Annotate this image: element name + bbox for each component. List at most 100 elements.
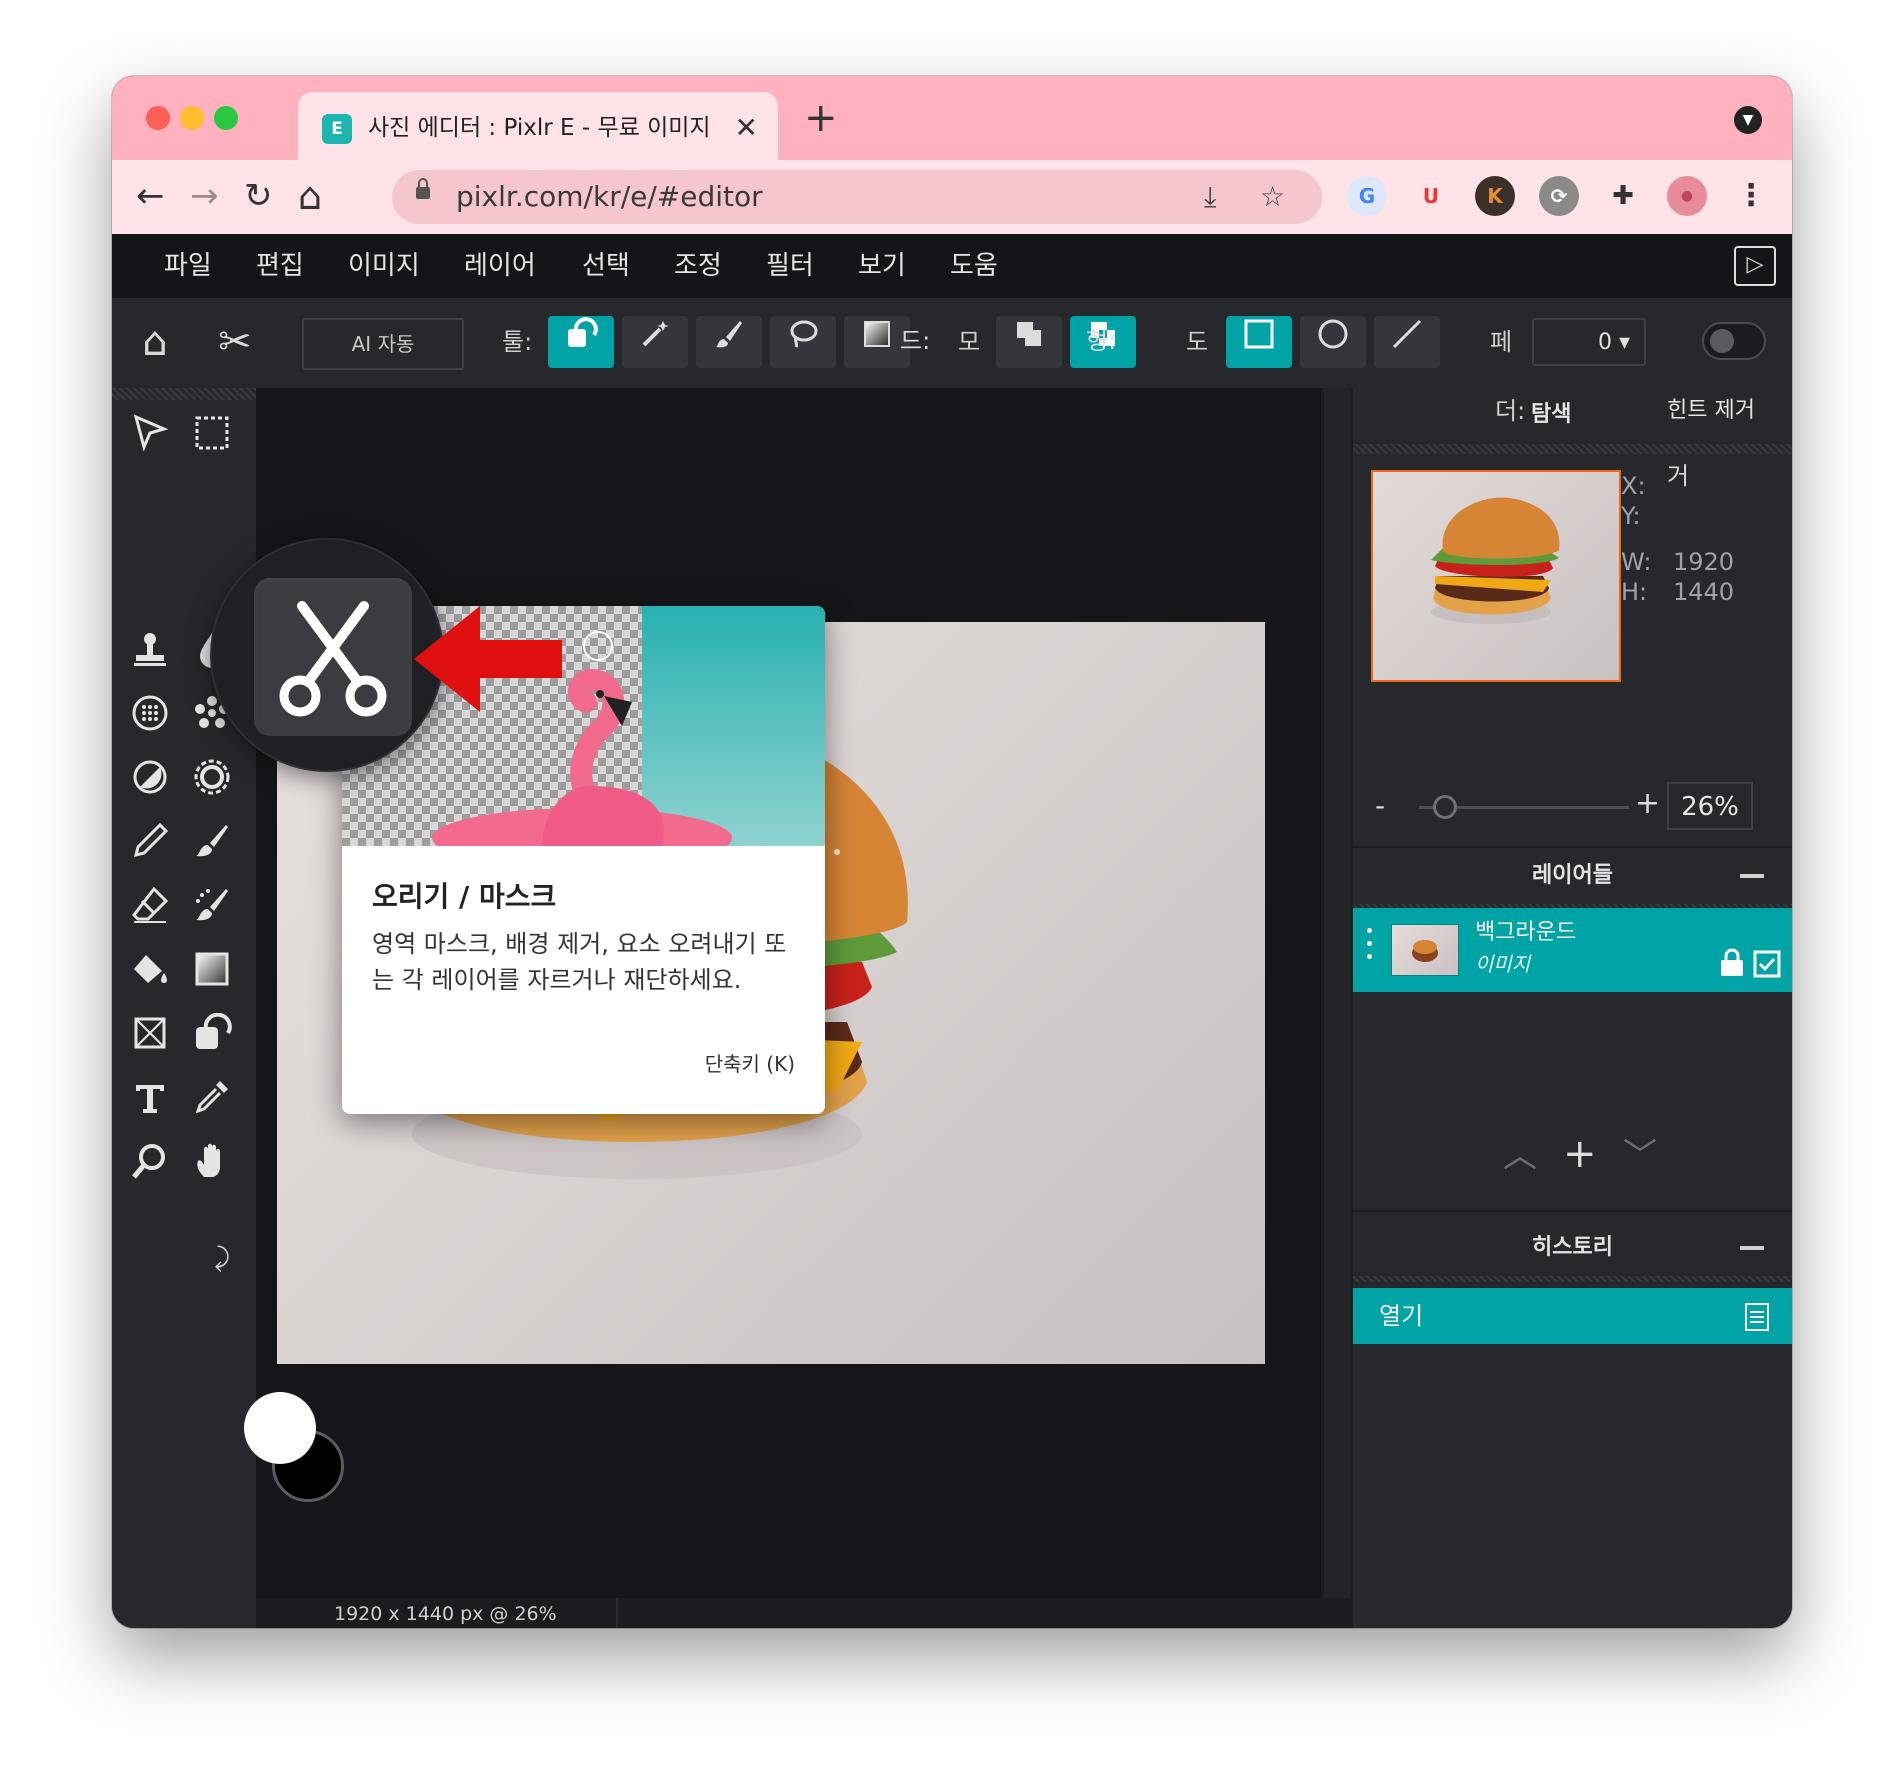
new-tab-button[interactable]: + bbox=[804, 96, 838, 140]
red-pointer-arrow-icon bbox=[414, 606, 562, 712]
menu-help[interactable]: 도움 bbox=[950, 246, 998, 286]
magic-wand-icon[interactable] bbox=[622, 316, 688, 368]
tab-search-icon[interactable]: ▼ bbox=[1734, 106, 1762, 134]
browser-window: E 사진 에디터 : Pixlr E - 무료 이미지 편 ✕ + ▼ ← → … bbox=[112, 76, 1792, 1628]
hint-remove-button[interactable]: 힌트 제거 bbox=[1667, 394, 1755, 428]
menu-file[interactable]: 파일 bbox=[164, 246, 212, 286]
invert-toggle[interactable] bbox=[1702, 322, 1766, 360]
layers-collapse-icon[interactable] bbox=[1740, 874, 1764, 878]
menu-image[interactable]: 이미지 bbox=[348, 246, 420, 286]
ellipse-shape-icon[interactable] bbox=[1300, 316, 1366, 368]
feather-select[interactable]: 0 ▾ bbox=[1532, 318, 1646, 366]
zoom-slider-handle[interactable] bbox=[1432, 795, 1457, 819]
menu-view[interactable]: 보기 bbox=[858, 246, 906, 286]
pencil-tool-icon[interactable] bbox=[122, 820, 178, 876]
scissors-icon bbox=[279, 601, 387, 717]
layer-move-down-icon[interactable]: ﹀ bbox=[1623, 1139, 1657, 1173]
brush-tool-icon[interactable] bbox=[184, 820, 240, 876]
cutout-sidebar-icon[interactable] bbox=[184, 1012, 240, 1068]
line-shape-icon[interactable] bbox=[1374, 316, 1440, 368]
forward-icon[interactable]: → bbox=[190, 174, 219, 218]
browser-menu-icon[interactable]: ⋮ bbox=[1731, 176, 1771, 216]
panel-toggle-icon[interactable]: ▷ bbox=[1734, 246, 1776, 286]
menu-adjust[interactable]: 조정 bbox=[674, 246, 722, 286]
shape-cutout-icon[interactable] bbox=[548, 316, 614, 368]
reload-icon[interactable]: ↻ bbox=[244, 174, 273, 218]
mode-subtract-icon[interactable] bbox=[996, 316, 1062, 368]
address-bar[interactable]: pixlr.com/kr/e/#editor ⤓ ☆ bbox=[392, 170, 1322, 224]
add-layer-button[interactable]: + bbox=[1563, 1134, 1597, 1174]
ublock-extension-icon[interactable]: U bbox=[1411, 176, 1451, 216]
arrange-tool-icon[interactable] bbox=[122, 412, 178, 468]
history-collapse-icon[interactable] bbox=[1740, 1246, 1764, 1250]
menu-edit[interactable]: 편집 bbox=[256, 246, 304, 286]
hand-tool-icon[interactable] bbox=[184, 1140, 240, 1196]
profile-avatar[interactable]: ● bbox=[1667, 176, 1707, 216]
pixelate-tool-icon[interactable] bbox=[122, 692, 178, 748]
home-icon[interactable]: ⌂ bbox=[298, 174, 322, 218]
history-divider bbox=[1353, 1276, 1792, 1282]
zoom-out-button[interactable]: - bbox=[1375, 790, 1385, 822]
eyedropper-tool-icon[interactable] bbox=[184, 1076, 240, 1132]
rectangle-shape-icon[interactable] bbox=[1226, 316, 1292, 368]
canvas-vertical-scrollbar[interactable] bbox=[1321, 388, 1353, 1628]
layer-lock-icon[interactable] bbox=[1719, 948, 1745, 982]
gradient-tool-icon[interactable] bbox=[184, 948, 240, 1004]
navigator-thumbnail[interactable] bbox=[1371, 470, 1621, 682]
home-tool-icon[interactable]: ⌂ bbox=[122, 316, 188, 368]
ai-auto-button[interactable]: AI 자동 bbox=[302, 318, 464, 370]
minimize-window-button[interactable] bbox=[180, 106, 204, 130]
menu-layer[interactable]: 레이어 bbox=[464, 246, 536, 286]
text-tool-icon[interactable] bbox=[122, 1076, 178, 1132]
google-translate-icon[interactable]: G bbox=[1347, 176, 1387, 216]
history-item[interactable]: 열기 bbox=[1353, 1288, 1792, 1344]
h-label: H: bbox=[1621, 578, 1648, 606]
install-app-icon[interactable]: ⤓ bbox=[1204, 178, 1216, 216]
menu-select[interactable]: 선택 bbox=[582, 246, 630, 286]
swap-colors-icon[interactable]: ⤸ bbox=[204, 1240, 240, 1276]
foreground-color-swatch[interactable] bbox=[244, 1392, 316, 1464]
tooltip-description: 영역 마스크, 배경 제거, 요소 오려내기 또는 각 레이어를 자르거나 재단… bbox=[372, 930, 787, 994]
zoom-input[interactable]: 26% bbox=[1667, 782, 1753, 830]
layers-title: 레이어들 bbox=[1532, 863, 1613, 888]
navigator-divider bbox=[1353, 444, 1792, 454]
dodge-burn-icon[interactable] bbox=[122, 756, 178, 812]
cutout-tool-magnifier bbox=[212, 540, 442, 770]
zoom-window-button[interactable] bbox=[214, 106, 238, 130]
layer-drag-handle-icon[interactable] bbox=[1367, 928, 1373, 972]
stamp-tool-icon[interactable] bbox=[122, 628, 178, 684]
crop-frame-icon[interactable] bbox=[122, 1012, 178, 1068]
layer-move-up-icon[interactable]: ︿ bbox=[1503, 1139, 1537, 1173]
eraser-tool-icon[interactable] bbox=[122, 884, 178, 940]
menu-filter[interactable]: 필터 bbox=[766, 246, 814, 286]
back-icon[interactable]: ← bbox=[136, 174, 165, 218]
extensions-puzzle-icon[interactable]: ✚ bbox=[1603, 176, 1643, 216]
zoom-tool-icon[interactable] bbox=[122, 1140, 178, 1196]
cutout-tool-icon[interactable]: ✂ bbox=[202, 316, 268, 368]
status-divider bbox=[616, 1598, 618, 1628]
sponge-tool-icon[interactable] bbox=[184, 756, 240, 812]
tab-bar: E 사진 에디터 : Pixlr E - 무료 이미지 편 ✕ + ▼ bbox=[112, 76, 1792, 160]
cutout-tool-button[interactable] bbox=[254, 578, 412, 736]
scrollbar-thumb[interactable] bbox=[1324, 388, 1350, 1598]
tooltip-title: 오리기 / 마스크 bbox=[372, 880, 557, 913]
marquee-tool-icon[interactable] bbox=[184, 412, 240, 468]
heal-tool-icon[interactable] bbox=[184, 884, 240, 940]
zoom-in-button[interactable]: + bbox=[1635, 788, 1660, 820]
brush-mask-icon[interactable] bbox=[696, 316, 762, 368]
lasso-icon[interactable] bbox=[770, 316, 836, 368]
layer-row-background[interactable]: 백그라운드 이미지 bbox=[1353, 908, 1792, 992]
share-extension-icon[interactable]: ⟳ bbox=[1539, 176, 1579, 216]
panel-divider-2 bbox=[1353, 1210, 1792, 1212]
browser-tab[interactable]: E 사진 에디터 : Pixlr E - 무료 이미지 편 ✕ bbox=[298, 92, 778, 160]
history-item-label: 열기 bbox=[1379, 1302, 1424, 1330]
layer-visibility-checkbox[interactable] bbox=[1753, 950, 1781, 982]
mode-label: 모 bbox=[958, 328, 981, 356]
tab-close-icon[interactable]: ✕ bbox=[735, 110, 758, 146]
fill-bucket-icon[interactable] bbox=[122, 948, 178, 1004]
bookmark-star-icon[interactable]: ☆ bbox=[1260, 178, 1285, 216]
k-extension-icon[interactable]: K bbox=[1475, 176, 1515, 216]
layer-thumbnail bbox=[1391, 924, 1459, 976]
feather-label: 페 bbox=[1490, 328, 1513, 356]
close-window-button[interactable] bbox=[146, 106, 170, 130]
